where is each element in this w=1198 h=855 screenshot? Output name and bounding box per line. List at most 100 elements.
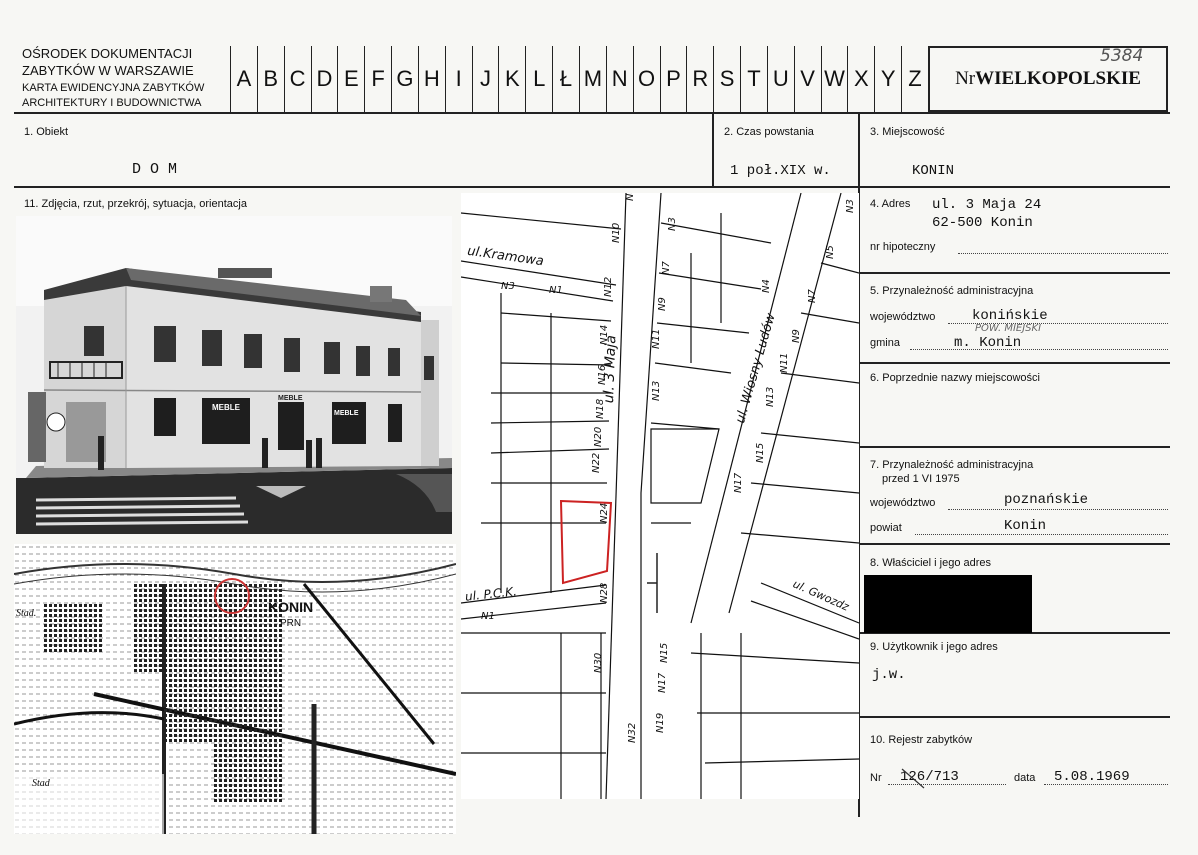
plot-number: N24 xyxy=(599,502,610,523)
rule xyxy=(858,543,1170,545)
plot-number: N3 xyxy=(667,217,678,231)
gmina-value: m. Konin xyxy=(954,335,1022,351)
plot-number: N13 xyxy=(651,380,662,401)
czas-value: 1 poł.XIX w. xyxy=(730,163,831,179)
uzytkownik-value: j.w. xyxy=(872,667,906,683)
rule xyxy=(858,446,1170,448)
org-line1: OŚRODEK DOKUMENTACJI xyxy=(22,46,193,61)
gmina-label: gmina xyxy=(870,337,900,349)
org-line4: ARCHITEKTURY I BUDOWNICTWA xyxy=(22,97,202,109)
map-stadium-label: Stad xyxy=(32,778,51,789)
letter-cell: Z xyxy=(901,46,928,112)
plot-number: N20 xyxy=(593,426,604,447)
dotted-line xyxy=(910,348,1168,350)
plot-number: N7 xyxy=(807,289,818,303)
letter-cell: B xyxy=(256,46,284,112)
org-line2: ZABYTKÓW W WARSZAWIE xyxy=(22,63,194,78)
letter-index: ABCDEFGHIJKLŁMNOPRSTUVWXYZ xyxy=(230,46,928,112)
site-plan: ul.Kramowa ul. 3 Maja ul. Wiosny Ludów u… xyxy=(461,193,859,799)
rejestr-data-value: 5.08.1969 xyxy=(1054,769,1130,785)
plot-number: N11 xyxy=(651,328,662,349)
shop-sign: MEBLE xyxy=(334,410,359,417)
wojewodztwo-value: konińskie xyxy=(972,308,1048,324)
obiekt-value: D O M xyxy=(132,161,178,178)
plot-number: N17 xyxy=(657,672,668,693)
plot-number: N3 xyxy=(845,199,856,213)
shop-sign: MEBLE xyxy=(278,395,303,402)
letter-cell: O xyxy=(632,46,660,112)
topographic-map: KONIN PRN Stad. Stad xyxy=(14,544,456,834)
handwritten-number: 5384 xyxy=(1100,46,1144,66)
plot-number: N3 xyxy=(501,281,515,292)
plot-number: N17 xyxy=(733,472,744,493)
rejestr-data-label: data xyxy=(1014,772,1036,784)
plot-number: N9 xyxy=(791,329,802,343)
shop-sign: MEBLE xyxy=(212,403,241,412)
letter-cell: T xyxy=(740,46,767,112)
redaction-block xyxy=(864,575,1032,633)
plot-number: N11 xyxy=(779,352,790,373)
nr-value: WIELKOPOLSKIE xyxy=(975,68,1141,89)
adres-line2: 62-500 Konin xyxy=(932,215,1033,231)
plot-number: N22 xyxy=(591,452,602,473)
dotted-line xyxy=(958,252,1168,254)
poprzednie-label: 6. Poprzednie nazwy miejscowości xyxy=(870,372,1040,384)
plot-number: N5 xyxy=(825,245,836,259)
letter-cell: J xyxy=(471,46,499,112)
rule xyxy=(14,112,1170,114)
letter-cell: Ł xyxy=(552,46,579,112)
letter-cell: X xyxy=(847,46,874,112)
letter-cell: G xyxy=(391,46,418,112)
letter-cell: P xyxy=(659,46,687,112)
uzytkownik-label: 9. Użytkownik i jego adres xyxy=(870,641,998,653)
rule xyxy=(14,186,1170,188)
adres-label: 4. Adres xyxy=(870,198,911,210)
handwritten-note: POW. MIEJSKI xyxy=(975,323,1042,334)
plot-number: N15 xyxy=(755,442,766,463)
letter-cell: E xyxy=(337,46,364,112)
wlasciciel-label: 8. Właściciel i jego adres xyxy=(870,557,992,569)
plot-number: N1 xyxy=(481,611,495,622)
plot-number: N15 xyxy=(659,642,670,663)
letter-cell: U xyxy=(766,46,794,112)
map-city-label: KONIN xyxy=(268,599,313,615)
letter-cell: M xyxy=(578,46,606,112)
plot-number: N7 xyxy=(661,261,672,275)
powiat-value: Konin xyxy=(1004,518,1047,534)
letter-cell: R xyxy=(686,46,713,112)
plot-number: N16 xyxy=(597,364,608,385)
letter-cell: L xyxy=(525,46,552,112)
map-sub-label: PRN xyxy=(280,618,301,629)
plot-number: N28 xyxy=(599,582,610,603)
plot-number: N12 xyxy=(603,276,614,297)
plot-number: N32 xyxy=(627,722,638,743)
przynaleznosc-label: 5. Przynależność administracyjna xyxy=(870,285,1034,297)
obiekt-label: 1. Obiekt xyxy=(24,126,69,138)
czas-label: 2. Czas powstania xyxy=(724,126,814,138)
letter-cell: A xyxy=(230,46,257,112)
plot-number: N14 xyxy=(599,324,610,345)
rejestr-nr-label: Nr xyxy=(870,772,882,784)
letter-cell: C xyxy=(283,46,311,112)
nr-label: Nr xyxy=(955,68,976,89)
przyn75-label: 7. Przynależność administracyjna xyxy=(870,459,1034,471)
wojewodztwo75-label: województwo xyxy=(870,497,936,509)
letter-cell: Y xyxy=(874,46,901,112)
zdjecia-label: 11. Zdjęcia, rzut, przekrój, sytuacja, o… xyxy=(24,198,247,210)
org-line3: KARTA EWIDENCYJNA ZABYTKÓW xyxy=(22,82,205,94)
plot-number: N9 xyxy=(657,297,668,311)
plot-number: N10 xyxy=(611,222,622,243)
adres-line1: ul. 3 Maja 24 xyxy=(932,197,1042,213)
plot-number: N1 xyxy=(549,285,563,296)
rule xyxy=(712,112,714,188)
wojewodztwo75-value: poznańskie xyxy=(1004,492,1089,508)
letter-cell: V xyxy=(793,46,821,112)
letter-cell: K xyxy=(498,46,525,112)
building-photo: MEBLE MEBLE MEBLE xyxy=(16,216,452,534)
letter-cell: H xyxy=(417,46,445,112)
letter-cell: F xyxy=(364,46,391,112)
rule xyxy=(858,716,1170,718)
dotted-line xyxy=(948,508,1168,510)
plot-number: N13 xyxy=(765,386,776,407)
letter-cell: D xyxy=(310,46,338,112)
